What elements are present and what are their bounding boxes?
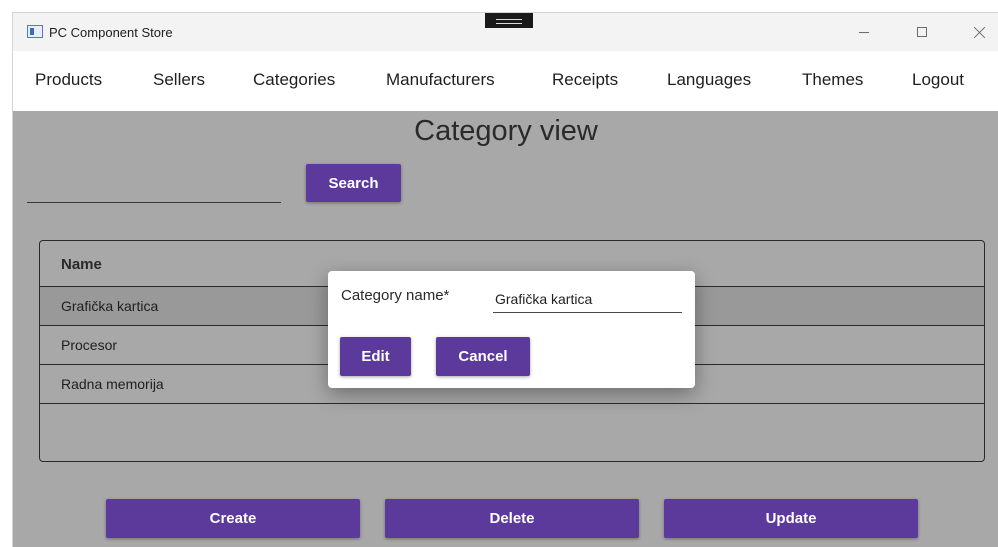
menu-item-themes[interactable]: Themes xyxy=(802,70,863,90)
table-cell-name: Procesor xyxy=(61,337,118,353)
menu-item-manufacturers[interactable]: Manufacturers xyxy=(386,70,495,90)
category-name-label: Category name* xyxy=(341,287,450,304)
close-icon xyxy=(974,26,986,38)
category-name-input[interactable] xyxy=(493,286,682,313)
app-icon xyxy=(27,25,43,38)
create-button[interactable]: Create xyxy=(106,499,360,538)
menu-item-categories[interactable]: Categories xyxy=(253,70,335,90)
table-cell-name: Radna memorija xyxy=(61,376,164,392)
table-cell-name: Grafička kartica xyxy=(61,298,159,314)
minimize-icon xyxy=(859,31,869,33)
menu-item-receipts[interactable]: Receipts xyxy=(552,70,618,90)
cancel-button[interactable]: Cancel xyxy=(436,337,530,376)
column-header-name: Name xyxy=(61,256,102,273)
title-bar[interactable]: PC Component Store xyxy=(13,13,998,51)
search-input[interactable] xyxy=(27,202,281,203)
maximize-icon xyxy=(917,27,927,37)
drag-handle-icon[interactable] xyxy=(485,13,533,28)
update-button[interactable]: Update xyxy=(664,499,918,538)
menu-bar: Products Sellers Categories Manufacturer… xyxy=(13,51,998,111)
delete-button[interactable]: Delete xyxy=(385,499,639,538)
menu-item-logout[interactable]: Logout xyxy=(912,70,964,90)
edit-button[interactable]: Edit xyxy=(340,337,411,376)
window-title: PC Component Store xyxy=(49,25,173,40)
edit-category-dialog: Category name* Edit Cancel xyxy=(328,271,695,388)
page-title: Category view xyxy=(414,115,598,147)
menu-item-products[interactable]: Products xyxy=(35,70,102,90)
minimize-button[interactable] xyxy=(841,13,887,51)
close-button[interactable] xyxy=(957,13,998,51)
menu-item-sellers[interactable]: Sellers xyxy=(153,70,205,90)
menu-item-languages[interactable]: Languages xyxy=(667,70,751,90)
search-button[interactable]: Search xyxy=(306,164,401,202)
maximize-button[interactable] xyxy=(899,13,945,51)
